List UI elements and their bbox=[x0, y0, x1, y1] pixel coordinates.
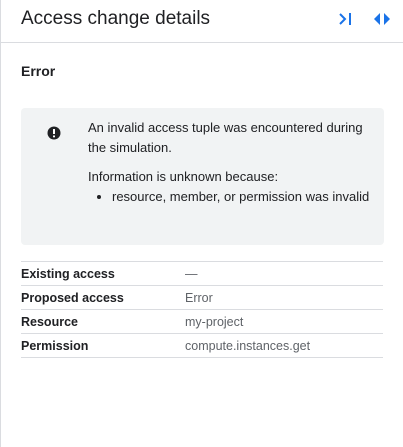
panel-header: Access change details bbox=[1, 0, 403, 43]
table-row: Existing access — bbox=[21, 261, 383, 286]
expand-panel-button[interactable] bbox=[370, 8, 394, 30]
expand-panel-icon bbox=[374, 13, 390, 25]
error-message: An invalid access tuple was encountered … bbox=[88, 120, 363, 155]
error-reason-item: resource, member, or permission was inva… bbox=[112, 187, 374, 207]
error-reason-intro: Information is unknown because: bbox=[88, 169, 279, 184]
row-value: Error bbox=[185, 290, 213, 305]
row-value: my-project bbox=[185, 314, 244, 329]
row-key: Proposed access bbox=[21, 290, 124, 305]
table-row: Proposed access Error bbox=[21, 285, 383, 310]
error-reason-list: resource, member, or permission was inva… bbox=[88, 187, 374, 207]
table-row: Resource my-project bbox=[21, 309, 383, 334]
collapse-panel-icon bbox=[339, 13, 351, 25]
error-icon bbox=[47, 126, 61, 140]
collapse-panel-button[interactable] bbox=[334, 8, 358, 30]
row-value: — bbox=[185, 266, 198, 281]
row-key: Permission bbox=[21, 338, 89, 353]
access-change-details-panel: Access change details Error An invalid a… bbox=[0, 0, 403, 447]
error-text: An invalid access tuple was encountered … bbox=[88, 118, 374, 206]
error-message-box: An invalid access tuple was encountered … bbox=[21, 108, 384, 245]
section-title: Error bbox=[21, 63, 56, 79]
row-value: compute.instances.get bbox=[185, 338, 311, 353]
row-key: Existing access bbox=[21, 266, 115, 281]
details-table: Existing access — Proposed access Error … bbox=[21, 261, 383, 358]
panel-title: Access change details bbox=[21, 8, 211, 29]
row-key: Resource bbox=[21, 314, 78, 329]
table-row: Permission compute.instances.get bbox=[21, 333, 383, 358]
